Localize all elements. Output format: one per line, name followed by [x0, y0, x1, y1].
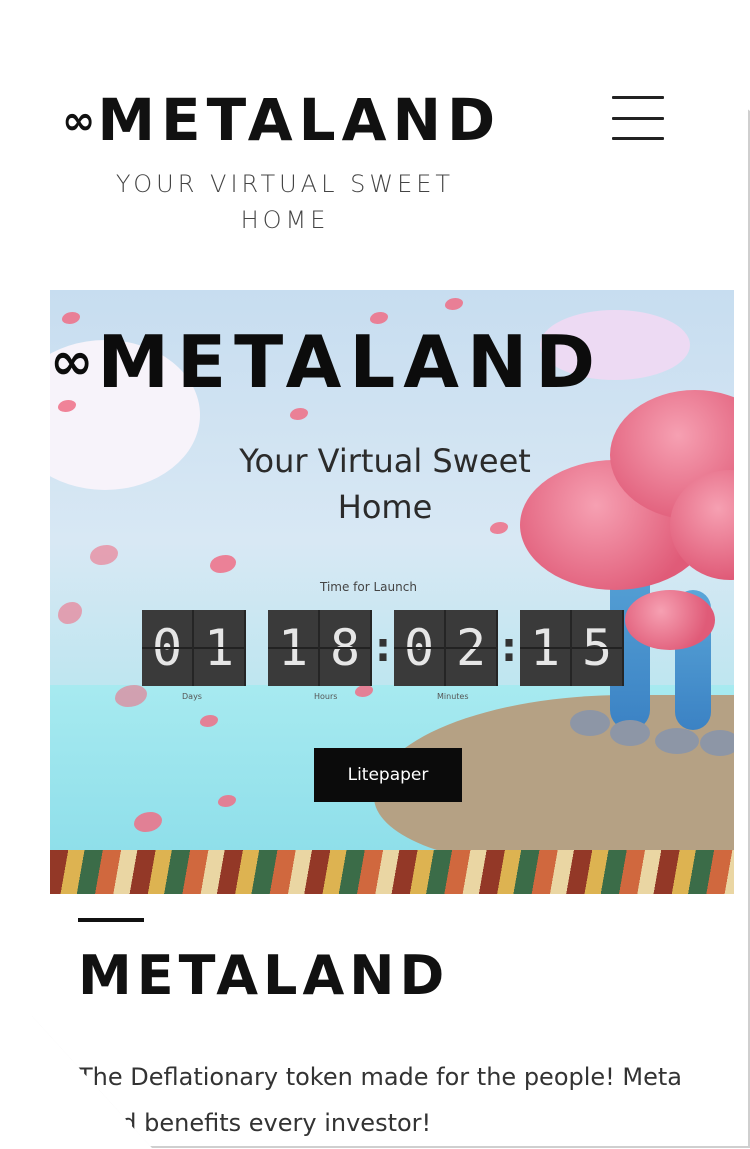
petal-decoration: [445, 298, 463, 310]
countdown-digit-minutes-2: 2: [446, 610, 498, 686]
infinity-icon: ∞: [50, 332, 94, 392]
petal-decoration: [210, 555, 236, 573]
petal-decoration: [58, 602, 82, 624]
petal-decoration: [290, 408, 308, 420]
section-divider: [78, 918, 144, 922]
hero-title: ∞METALAND: [50, 320, 603, 404]
rock-decoration: [570, 710, 610, 736]
infinity-icon: ∞: [62, 98, 96, 144]
countdown-digit-days-1: 0: [142, 610, 194, 686]
countdown-digit-seconds-1: 1: [520, 610, 572, 686]
site-logo[interactable]: ∞METALAND: [62, 86, 501, 154]
page: ∞METALAND YOUR VIRTUAL SWEET HOME ∞METAL…: [30, 14, 748, 1146]
menu-bar-1: [612, 96, 664, 99]
hamburger-menu-icon[interactable]: [612, 96, 664, 140]
tree-canopy-decoration: [625, 590, 715, 650]
countdown-digit-seconds-2: 5: [572, 610, 624, 686]
hero-banner: ∞METALAND Your Virtual Sweet Home Time f…: [50, 290, 734, 850]
petal-decoration: [90, 545, 118, 565]
site-tagline: YOUR VIRTUAL SWEET HOME: [115, 170, 455, 234]
countdown-label: Time for Launch: [320, 580, 417, 594]
rock-decoration: [655, 728, 699, 754]
logo-text: METALAND: [97, 86, 502, 154]
countdown-digit-days-2: 1: [194, 610, 246, 686]
countdown-digit-hours-2: 8: [320, 610, 372, 686]
countdown-digit-minutes-1: 0: [394, 610, 446, 686]
menu-bar-2: [612, 116, 664, 120]
hero-subtitle: Your Virtual Sweet Home: [239, 442, 531, 526]
unit-label-hours: Hours: [314, 692, 338, 701]
countdown-separator: :: [375, 625, 391, 671]
rock-decoration: [610, 720, 650, 746]
menu-bar-3: [612, 137, 664, 140]
section-title: METALAND: [78, 944, 450, 1007]
countdown-separator: :: [501, 625, 517, 671]
unit-label-days: Days: [182, 692, 202, 701]
section-body: The Deflationary token made for the peop…: [78, 1063, 683, 1137]
unit-label-minutes: Minutes: [437, 692, 469, 701]
countdown-unit-labels: Days Hours Minutes: [142, 692, 642, 706]
countdown-timer: 0 1 1 8 : 0 2 : 1 5: [142, 608, 624, 688]
rock-decoration: [700, 730, 734, 756]
countdown-digit-hours-1: 1: [268, 610, 320, 686]
litepaper-button[interactable]: Litepaper: [314, 748, 462, 802]
artwork-strip: [50, 850, 734, 894]
hero-title-text: METALAND: [97, 320, 604, 404]
